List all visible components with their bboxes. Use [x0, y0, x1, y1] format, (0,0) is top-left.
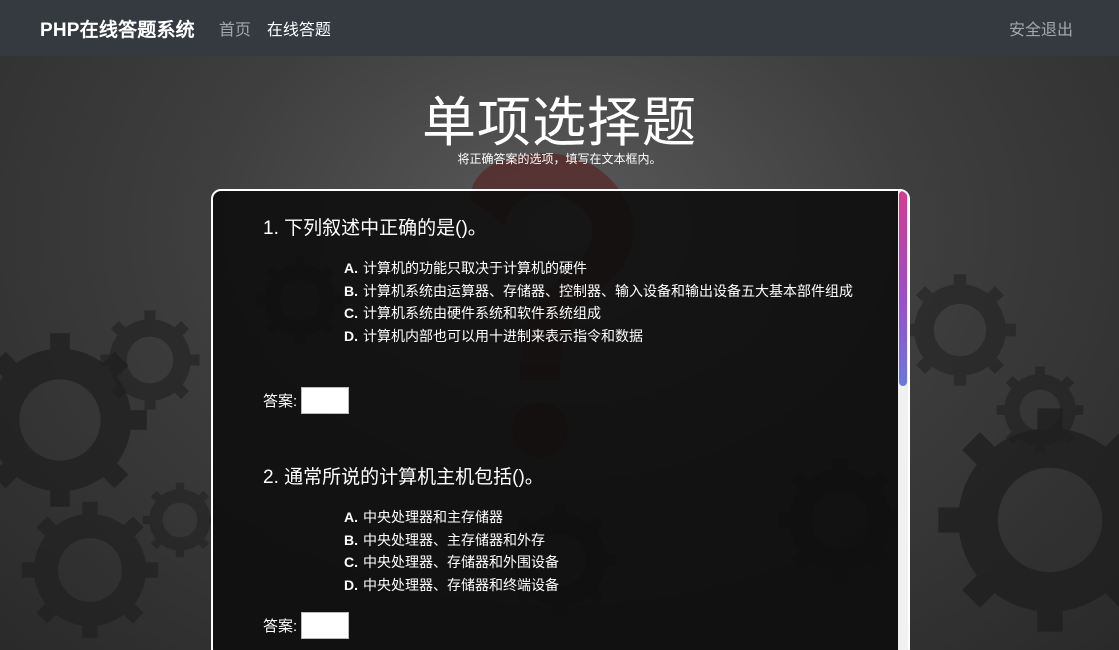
- page-title: 单项选择题: [422, 93, 697, 153]
- question-2-answer-row: 答案:: [263, 612, 350, 639]
- option-key: D.: [344, 327, 358, 344]
- option-text: 中央处理器和主存储器: [363, 509, 503, 525]
- option-b: B. 计算机系统由运算器、存储器、控制器、输入设备和输出设备五大基本部件组成: [344, 280, 864, 303]
- question-1: 1. 下列叙述中正确的是()。: [263, 213, 487, 240]
- option-text: 计算机的功能只取决于计算机的硬件: [363, 260, 587, 276]
- top-navbar: PHP在线答题系统 首页 在线答题 安全退出: [0, 0, 1119, 56]
- quiz-panel: 1. 下列叙述中正确的是()。 A. 计算机的功能只取决于计算机的硬件 B. 计…: [211, 189, 910, 650]
- vertical-scrollbar[interactable]: [898, 191, 908, 650]
- option-key: A.: [344, 509, 358, 525]
- question-2: 2. 通常所说的计算机主机包括()。: [263, 462, 544, 489]
- question-title: 2. 通常所说的计算机主机包括()。: [263, 467, 544, 488]
- answer-label: 答案:: [263, 393, 298, 410]
- option-key: D.: [344, 576, 358, 593]
- option-text: 计算机系统由硬件系统和软件系统组成: [363, 305, 601, 321]
- option-d: D. 计算机内部也可以用十进制来表示指令和数据: [344, 325, 864, 348]
- option-key: B.: [344, 531, 358, 548]
- option-b: B. 中央处理器、主存储器和外存: [344, 529, 864, 552]
- option-c: C. 计算机系统由硬件系统和软件系统组成: [344, 302, 864, 325]
- option-text: 计算机内部也可以用十进制来表示指令和数据: [363, 327, 643, 344]
- option-text: 中央处理器、存储器和外围设备: [363, 554, 559, 570]
- brand-logo[interactable]: PHP在线答题系统: [40, 15, 195, 42]
- question-1-options: A. 计算机的功能只取决于计算机的硬件 B. 计算机系统由运算器、存储器、控制器…: [344, 257, 864, 347]
- option-text: 中央处理器、存储器和终端设备: [363, 576, 559, 593]
- option-c: C. 中央处理器、存储器和外围设备: [344, 551, 864, 574]
- question-2-options: A. 中央处理器和主存储器 B. 中央处理器、主存储器和外存 C. 中央处理器、…: [344, 506, 864, 596]
- option-text: 中央处理器、主存储器和外存: [363, 531, 545, 548]
- question-title: 1. 下列叙述中正确的是()。: [263, 218, 487, 239]
- answer-label: 答案:: [263, 618, 298, 635]
- option-key: C.: [344, 554, 358, 570]
- logout-link[interactable]: 安全退出: [1009, 16, 1073, 40]
- option-key: A.: [344, 260, 358, 276]
- option-key: C.: [344, 305, 358, 321]
- page-subtitle: 将正确答案的选项，填写在文本框内。: [457, 152, 662, 166]
- option-a: A. 中央处理器和主存储器: [344, 506, 864, 529]
- scrollbar-thumb[interactable]: [899, 191, 907, 386]
- nav-link-online-quiz[interactable]: 在线答题: [267, 16, 331, 40]
- answer-input-2[interactable]: [301, 612, 350, 639]
- option-d: D. 中央处理器、存储器和终端设备: [344, 574, 864, 597]
- option-key: B.: [344, 282, 358, 299]
- nav-link-home[interactable]: 首页: [219, 16, 251, 40]
- option-text: 计算机系统由运算器、存储器、控制器、输入设备和输出设备五大基本部件组成: [363, 282, 853, 299]
- option-a: A. 计算机的功能只取决于计算机的硬件: [344, 257, 864, 280]
- answer-input-1[interactable]: [301, 387, 350, 414]
- question-1-answer-row: 答案:: [263, 387, 350, 414]
